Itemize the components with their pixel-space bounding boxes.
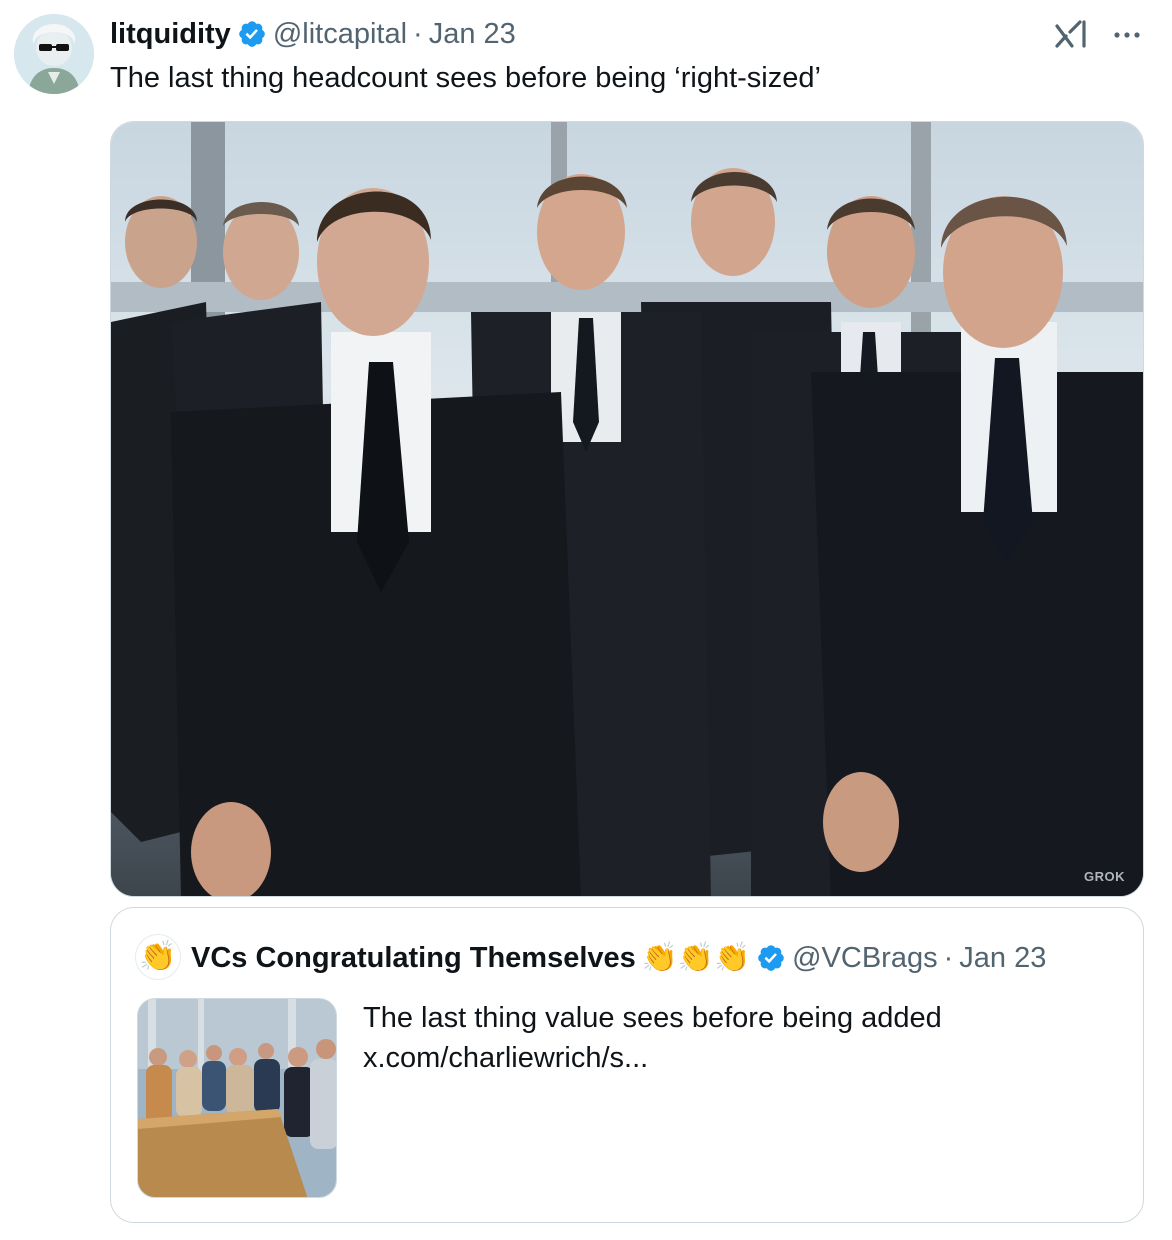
grok-watermark: GROK: [1084, 869, 1125, 884]
quoted-media-thumbnail[interactable]: [137, 998, 337, 1198]
quoted-verified-badge-icon: [756, 943, 786, 973]
quoted-tweet-date[interactable]: Jan 23: [959, 942, 1046, 975]
quoted-tweet-header: VCs Congratulating Themselves 👏👏👏 @VCBra…: [191, 936, 1046, 980]
quoted-author-handle[interactable]: @VCBrags: [792, 942, 937, 975]
quoted-tweet[interactable]: 👏 VCs Congratulating Themselves 👏👏👏 @VCB…: [110, 907, 1144, 1223]
tweet-header: litquidity @litcapital · Jan 23: [110, 14, 516, 54]
author-name[interactable]: litquidity: [110, 18, 231, 51]
verified-badge-icon: [237, 19, 267, 49]
author-handle[interactable]: @litcapital: [273, 18, 407, 51]
quoted-author-avatar[interactable]: 👏: [135, 934, 181, 980]
separator-dot: ·: [413, 17, 423, 50]
author-avatar[interactable]: [14, 14, 94, 94]
quoted-tweet-text-line: The last thing value sees before being a…: [363, 1002, 942, 1034]
tweet-date[interactable]: Jan 23: [429, 18, 516, 51]
quoted-tweet-link[interactable]: x.com/charliewrich/s...: [363, 1038, 942, 1078]
tweet-text: The last thing headcount sees before bei…: [110, 62, 821, 94]
more-options-icon[interactable]: [1110, 20, 1144, 50]
tweet-media-image[interactable]: GROK: [110, 121, 1144, 897]
quoted-tweet-text: The last thing value sees before being a…: [363, 998, 942, 1078]
quoted-author-name[interactable]: VCs Congratulating Themselves: [191, 942, 636, 975]
clapping-emoji-group: 👏👏👏: [641, 942, 751, 974]
grok-icon[interactable]: [1054, 18, 1090, 52]
quoted-separator-dot: ·: [943, 941, 954, 974]
